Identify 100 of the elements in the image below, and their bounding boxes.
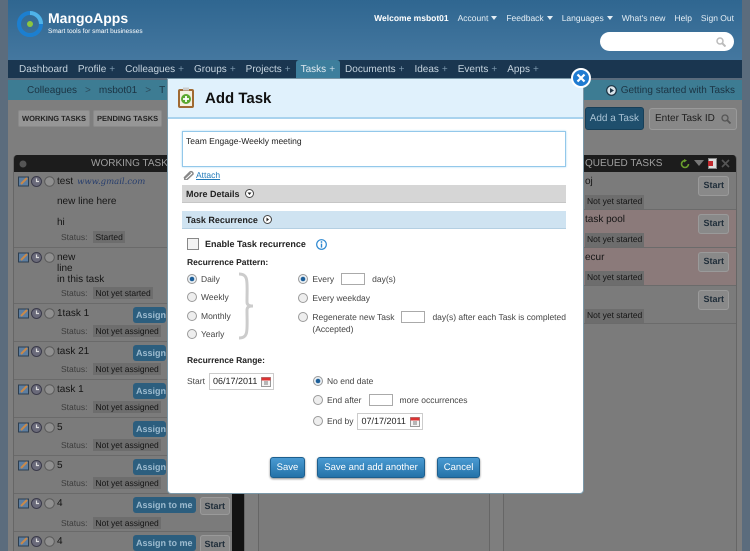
nav-tab[interactable]: Documents + [340,60,410,78]
task-title: test [57,176,74,187]
radio-button[interactable] [187,292,197,302]
note-icon[interactable] [18,422,29,432]
option-label: day(s) [372,274,396,284]
radio-button[interactable] [313,416,323,426]
attach-link[interactable]: Attach [196,170,220,180]
option-label: Regenerate new Task [312,312,394,322]
clock-icon[interactable] [31,422,42,432]
option-label: Monthly [201,310,231,320]
radio-button[interactable] [313,395,323,405]
assign-button[interactable]: Assign to me [133,534,196,550]
section-header[interactable]: Task Recurrence [182,211,566,229]
add-task-button[interactable]: Add a Task [584,107,644,130]
getting-started-link[interactable]: Getting started with Tasks [606,84,735,96]
option-label: End after [327,395,362,405]
panel-title: QUEUED TASKS [585,158,662,169]
placeholder: Enter Task ID [655,113,715,124]
start-button[interactable]: Start [698,214,729,234]
start-button[interactable]: Start [698,252,729,272]
status-value: Not yet assigned [93,477,161,489]
task-link[interactable]: www.gmail.com [77,177,146,187]
note-icon[interactable] [18,176,29,187]
note-icon[interactable] [18,346,29,356]
nav-tab[interactable]: Projects + [240,60,296,78]
dropdown-icon[interactable] [694,160,704,167]
calendar-icon[interactable] [261,376,272,386]
option-label: End by [327,416,354,426]
info-icon[interactable] [316,238,327,250]
note-icon[interactable] [18,384,29,394]
header-link[interactable]: Sign Out [700,13,734,23]
dialog-button[interactable]: Save [270,456,306,478]
search-field[interactable] [600,32,734,51]
number-field[interactable] [368,394,392,406]
number-field[interactable] [341,272,366,284]
date-field[interactable]: 06/17/2011 [208,372,274,390]
assign-button[interactable]: Assign to me [133,496,196,512]
brace-drawing [237,272,256,340]
nav-tab[interactable]: Apps + [502,60,544,78]
date-field[interactable]: 07/17/2011 [357,412,423,430]
status-value: Not yet assigned [93,517,161,529]
clock-icon[interactable] [31,308,42,318]
header-link[interactable]: Help [674,13,692,23]
start-button[interactable]: Start [698,176,729,196]
nav-tab[interactable]: Ideas + [409,60,453,78]
radio-button[interactable] [298,312,308,322]
note-icon[interactable] [18,498,29,508]
clock-icon[interactable] [31,498,42,508]
radio-button[interactable] [298,274,308,284]
header-link[interactable]: Account [458,13,498,23]
status-label: Status: [61,326,88,336]
task-text-field[interactable]: Team Engage-Weekly meeting [182,131,566,167]
nav-tab[interactable]: Tasks + [296,60,340,78]
clock-icon[interactable] [31,346,42,356]
header-link[interactable]: Feedback [506,13,553,23]
checkbox[interactable] [187,238,199,250]
document-icon[interactable] [708,158,717,169]
task-id-field[interactable]: Enter Task ID [649,108,737,130]
breadcrumb-separator: > [145,84,152,96]
clock-icon[interactable] [31,460,42,470]
breadcrumb-link[interactable]: Colleagues [27,84,78,96]
assign-button[interactable]: Assign [133,306,166,322]
dialog-button[interactable]: Cancel [436,456,480,478]
number-field[interactable] [401,310,426,322]
radio-button[interactable] [187,274,197,284]
assign-button[interactable]: Assign [133,382,166,398]
dialog-button[interactable]: Save and add another [317,456,425,478]
section-header[interactable]: More Details [182,185,566,203]
note-icon[interactable] [18,252,29,262]
radio-button[interactable] [187,329,197,339]
nav-tab[interactable]: Colleagues + [120,60,190,78]
nav-tab[interactable]: Groups + [189,60,241,78]
nav-tab[interactable]: Profile + [72,60,120,78]
nav-tab[interactable]: Dashboard [14,60,73,78]
radio-button[interactable] [313,376,323,386]
nav-tab[interactable]: Events + [452,60,502,78]
calendar-icon[interactable] [410,416,420,426]
start-button[interactable]: Start [698,290,729,310]
clock-icon[interactable] [31,176,42,187]
radio-button[interactable] [298,292,308,302]
option-label: Every [312,274,334,284]
note-icon[interactable] [18,460,29,470]
header-link[interactable]: Languages [562,13,613,23]
header-link[interactable]: What's new [622,13,666,23]
start-button[interactable]: Start [200,534,230,551]
note-icon[interactable] [18,536,29,546]
assign-button[interactable]: Assign [133,458,166,474]
assign-button[interactable]: Assign [133,344,166,360]
search-icon [716,36,726,46]
breadcrumb-link[interactable]: msbot01 [98,84,138,96]
clock-icon[interactable] [31,252,42,262]
clock-icon[interactable] [31,536,42,546]
assign-button[interactable]: Assign [133,420,166,436]
note-icon[interactable] [18,308,29,318]
start-button[interactable]: Start [200,496,230,514]
status-value: Not yet started [585,309,644,323]
breadcrumb-link[interactable]: T [159,84,166,96]
clock-icon[interactable] [31,384,42,394]
radio-button[interactable] [187,310,197,320]
refresh-icon[interactable] [680,158,690,168]
